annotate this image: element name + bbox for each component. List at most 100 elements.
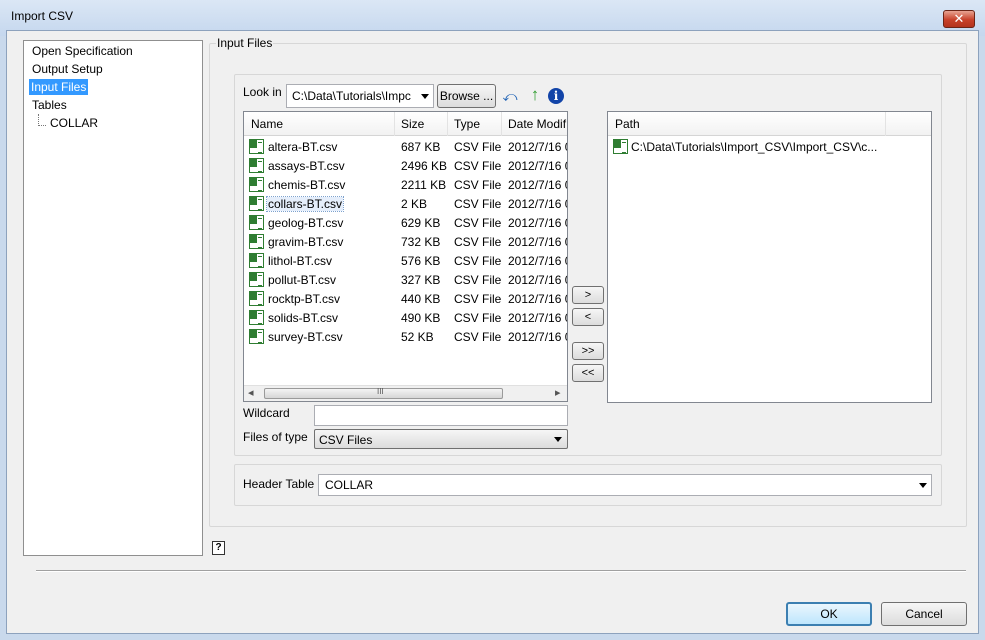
file-size: 490 KB — [401, 311, 441, 325]
cancel-button[interactable]: Cancel — [881, 602, 967, 626]
close-icon: ✕ — [953, 11, 965, 26]
file-date: 2012/7/16 0 — [508, 197, 568, 211]
undo-icon[interactable]: ⤺ — [501, 87, 519, 105]
csv-file-icon — [249, 215, 264, 230]
csv-file-icon — [249, 310, 264, 325]
nav-item-output-setup[interactable]: Output Setup — [30, 61, 105, 77]
nav-tree: Open Specification Output Setup Input Fi… — [23, 40, 203, 556]
scrollbar-thumb[interactable]: III — [264, 387, 503, 399]
remove-file-button[interactable]: < — [572, 308, 604, 326]
files-of-type-label: Files of type — [243, 430, 308, 444]
chevron-down-icon — [554, 437, 562, 442]
file-type: CSV File — [454, 235, 502, 249]
file-size: 576 KB — [401, 254, 441, 268]
file-size: 629 KB — [401, 216, 441, 230]
csv-file-icon — [249, 234, 264, 249]
header-table-combo[interactable]: COLLAR — [318, 474, 932, 496]
table-row[interactable]: rocktp-BT.csv 440 KB CSV File 2012/7/16 0 — [244, 290, 567, 309]
table-row[interactable]: altera-BT.csv 687 KB CSV File 2012/7/16 0 — [244, 138, 567, 157]
nav-item-tables[interactable]: Tables — [30, 97, 69, 113]
table-row[interactable]: pollut-BT.csv 327 KB CSV File 2012/7/16 0 — [244, 271, 567, 290]
files-of-type-select[interactable]: CSV Files — [314, 429, 568, 449]
path-list-header: Path — [608, 112, 931, 136]
file-date: 2012/7/16 0 — [508, 292, 568, 306]
nav-item-input-files[interactable]: Input Files — [29, 79, 89, 95]
csv-file-icon — [249, 291, 264, 306]
look-in-value: C:\Data\Tutorials\Impc — [292, 89, 411, 103]
column-header-type[interactable]: Type — [454, 117, 480, 131]
csv-file-icon — [613, 139, 628, 154]
file-name: chemis-BT.csv — [268, 178, 346, 192]
file-date: 2012/7/16 0 — [508, 311, 568, 325]
info-icon[interactable]: i — [548, 88, 564, 104]
look-in-label: Look in — [243, 85, 282, 99]
csv-file-icon — [249, 196, 264, 211]
column-header-size[interactable]: Size — [401, 117, 424, 131]
scroll-right-icon[interactable]: ▸ — [555, 386, 561, 399]
column-header-date[interactable]: Date Modif — [508, 117, 566, 131]
table-row[interactable]: chemis-BT.csv 2211 KB CSV File 2012/7/16 0 — [244, 176, 567, 195]
file-name: geolog-BT.csv — [268, 216, 344, 230]
column-header-path[interactable]: Path — [615, 117, 640, 131]
scroll-left-icon[interactable]: ◂ — [248, 386, 254, 399]
ok-button[interactable]: OK — [786, 602, 872, 626]
look-in-combo[interactable]: C:\Data\Tutorials\Impc — [286, 84, 434, 108]
csv-file-icon — [249, 329, 264, 344]
file-name: collars-BT.csv — [265, 196, 345, 212]
file-name: gravim-BT.csv — [268, 235, 344, 249]
table-row[interactable]: collars-BT.csv 2 KB CSV File 2012/7/16 0 — [244, 195, 567, 214]
csv-file-icon — [249, 139, 264, 154]
file-name: lithol-BT.csv — [268, 254, 333, 268]
up-folder-icon[interactable]: ↑ — [526, 86, 544, 104]
file-list[interactable]: Name Size Type Date Modif altera-BT.csv 6… — [243, 111, 568, 402]
close-button[interactable]: ✕ — [943, 10, 975, 28]
input-files-group-title: Input Files — [216, 36, 274, 50]
horizontal-scrollbar[interactable]: ◂ III ▸ — [244, 385, 567, 401]
nav-item-open-specification[interactable]: Open Specification — [30, 43, 135, 59]
csv-file-icon — [249, 177, 264, 192]
browse-button[interactable]: Browse ... — [437, 84, 496, 108]
table-row[interactable]: geolog-BT.csv 629 KB CSV File 2012/7/16 0 — [244, 214, 567, 233]
file-type: CSV File — [454, 311, 502, 325]
add-file-button[interactable]: > — [572, 286, 604, 304]
table-row[interactable]: assays-BT.csv 2496 KB CSV File 2012/7/16 0 — [244, 157, 567, 176]
list-item[interactable]: C:\Data\Tutorials\Import_CSV\Import_CSV\… — [608, 138, 931, 157]
footer-divider — [36, 570, 966, 572]
file-type: CSV File — [454, 159, 502, 173]
file-size: 687 KB — [401, 140, 441, 154]
remove-all-button[interactable]: << — [572, 364, 604, 382]
file-name: rocktp-BT.csv — [268, 292, 341, 306]
table-row[interactable]: survey-BT.csv 52 KB CSV File 2012/7/16 0 — [244, 328, 567, 347]
chevron-down-icon — [421, 94, 429, 99]
file-name: assays-BT.csv — [268, 159, 345, 173]
wildcard-input[interactable] — [314, 405, 568, 426]
file-type: CSV File — [454, 254, 502, 268]
file-name: survey-BT.csv — [268, 330, 343, 344]
nav-item-collar[interactable]: COLLAR — [48, 115, 100, 131]
csv-file-icon — [249, 158, 264, 173]
table-row[interactable]: lithol-BT.csv 576 KB CSV File 2012/7/16 0 — [244, 252, 567, 271]
file-name: pollut-BT.csv — [268, 273, 337, 287]
file-type: CSV File — [454, 216, 502, 230]
file-type: CSV File — [454, 140, 502, 154]
wildcard-label: Wildcard — [243, 406, 290, 420]
file-date: 2012/7/16 0 — [508, 140, 568, 154]
file-date: 2012/7/16 0 — [508, 216, 568, 230]
file-date: 2012/7/16 0 — [508, 235, 568, 249]
path-value: C:\Data\Tutorials\Import_CSV\Import_CSV\… — [631, 140, 878, 154]
table-row[interactable]: gravim-BT.csv 732 KB CSV File 2012/7/16 0 — [244, 233, 567, 252]
files-of-type-value: CSV Files — [319, 433, 373, 447]
help-icon[interactable]: ? — [212, 541, 225, 555]
selected-paths-list[interactable]: Path C:\Data\Tutorials\Import_CSV\Import… — [607, 111, 932, 403]
file-type: CSV File — [454, 197, 502, 211]
file-date: 2012/7/16 0 — [508, 273, 568, 287]
file-size: 2211 KB — [401, 178, 447, 192]
tree-connector — [38, 114, 46, 126]
file-type: CSV File — [454, 330, 502, 344]
column-header-name[interactable]: Name — [251, 117, 283, 131]
add-all-button[interactable]: >> — [572, 342, 604, 360]
file-date: 2012/7/16 0 — [508, 178, 568, 192]
file-size: 52 KB — [401, 330, 434, 344]
table-row[interactable]: solids-BT.csv 490 KB CSV File 2012/7/16 0 — [244, 309, 567, 328]
file-list-header: Name Size Type Date Modif — [244, 112, 567, 136]
